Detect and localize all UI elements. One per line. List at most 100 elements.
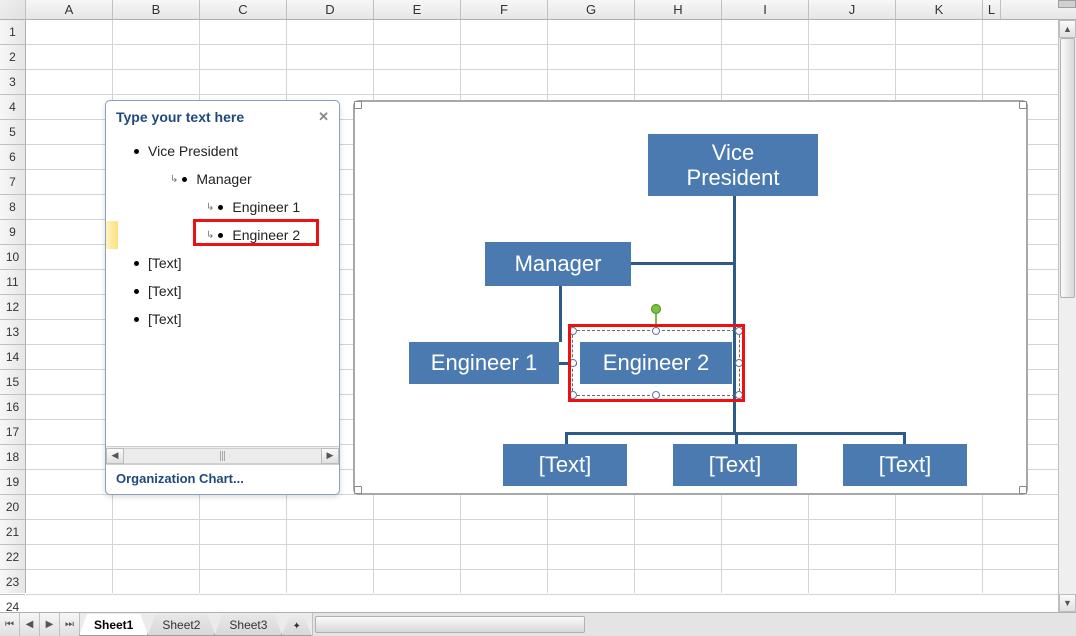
sheet-tab[interactable]: Sheet1 [79,614,148,636]
scroll-down-button[interactable]: ▼ [1059,594,1076,612]
text-pane-horizontal-scrollbar[interactable]: ◀ ▶ [106,446,339,464]
close-icon[interactable]: ✕ [318,109,329,125]
org-node-vp[interactable]: Vice President [648,134,818,196]
org-node-text1[interactable]: [Text] [503,444,627,486]
tree-item[interactable]: [Text] [106,249,339,277]
scroll-track[interactable] [124,448,321,464]
scroll-up-button[interactable]: ▲ [1059,20,1076,38]
row-header[interactable]: 10 [0,245,25,270]
bullet-icon [134,289,139,294]
bullet-icon [218,205,223,210]
tab-nav-last[interactable]: ⏭ [60,613,80,636]
text-pane-title: Type your text here [116,109,244,125]
row-header[interactable]: 12 [0,295,25,320]
row-header[interactable]: 17 [0,420,25,445]
rotate-handle[interactable] [651,304,661,314]
row-header[interactable]: 22 [0,545,25,570]
org-node-engineer2[interactable]: Engineer 2 [580,342,732,384]
column-header[interactable]: A [26,0,113,19]
scroll-left-button[interactable]: ◀ [106,448,124,464]
indent-arrow-icon: ↳ [206,202,214,213]
row-header[interactable]: 11 [0,270,25,295]
scroll-right-button[interactable]: ▶ [321,448,339,464]
column-header[interactable]: H [635,0,722,19]
column-header[interactable]: F [461,0,548,19]
resize-handle[interactable] [354,486,362,494]
bullet-icon [134,261,139,266]
row-header[interactable]: 2 [0,45,25,70]
column-header[interactable]: J [809,0,896,19]
row-header[interactable]: 15 [0,370,25,395]
column-header[interactable]: G [548,0,635,19]
row-header[interactable]: 13 [0,320,25,345]
tab-nav-prev[interactable]: ◀ [20,613,40,636]
org-node-text3[interactable]: [Text] [843,444,967,486]
org-node-manager[interactable]: Manager [485,242,631,286]
column-header[interactable]: C [200,0,287,19]
column-header[interactable]: D [287,0,374,19]
resize-handle[interactable] [1019,486,1027,494]
tree-item[interactable]: ↳ Engineer 1 [106,193,339,221]
select-all-corner[interactable] [0,0,26,19]
row-header[interactable]: 9 [0,220,25,245]
row-header[interactable]: 4 [0,95,25,120]
tree-item[interactable]: [Text] [106,305,339,333]
split-handle[interactable] [1058,0,1076,8]
tab-nav-first[interactable]: ⏮ [0,613,20,636]
tree-item[interactable]: ↳Manager [106,165,339,193]
tree-item-label: [Text] [148,255,181,271]
row-header[interactable]: 8 [0,195,25,220]
row-header[interactable]: 7 [0,170,25,195]
connector-line [559,284,562,342]
row-header-column: 123456789101112131415161718192021222324 [0,20,26,593]
bullet-icon [134,149,139,154]
row-header[interactable]: 18 [0,445,25,470]
scroll-thumb[interactable] [315,616,585,633]
tree-item[interactable]: Vice President [106,137,339,165]
scroll-thumb[interactable] [1060,38,1075,298]
tab-nav-next[interactable]: ▶ [40,613,60,636]
column-header[interactable]: K [896,0,983,19]
connector-line [733,192,736,432]
sheet-tab[interactable]: Sheet2 [147,614,215,636]
org-node-engineer1[interactable]: Engineer 1 [409,342,559,384]
row-header[interactable]: 3 [0,70,25,95]
connector-line [631,262,735,265]
column-header[interactable]: B [113,0,200,19]
connector-line [559,362,577,365]
new-sheet-tab[interactable]: ✦ [281,617,311,636]
row-header[interactable]: 23 [0,570,25,595]
scroll-track[interactable] [1059,38,1076,594]
bullet-icon [182,177,187,182]
sheet-tab-bar: ⏮ ◀ ▶ ⏭ Sheet1Sheet2Sheet3✦ [0,612,1076,636]
text-pane-footer-label: Organization Chart... [106,464,339,494]
horizontal-scrollbar[interactable] [312,613,1076,636]
org-node-text2[interactable]: [Text] [673,444,797,486]
indent-arrow-icon: ↳ [170,174,178,185]
row-header[interactable]: 16 [0,395,25,420]
tree-item[interactable]: ↳Engineer 2 [106,221,339,249]
tree-item[interactable]: [Text] [106,277,339,305]
tree-item-label: [Text] [148,311,181,327]
resize-handle[interactable] [354,101,362,109]
tree-item-label: Vice President [148,143,238,159]
tree-item-label: Engineer 1 [232,199,300,215]
vertical-scrollbar[interactable]: ▲ ▼ [1058,20,1076,612]
text-pane-body[interactable]: Vice President↳Manager↳Engineer 1↳Engine… [106,133,339,446]
column-header[interactable]: I [722,0,809,19]
text-pane-header: Type your text here ✕ [106,101,339,133]
row-header[interactable]: 6 [0,145,25,170]
sheet-tabs: Sheet1Sheet2Sheet3✦ [80,613,312,636]
sheet-tab[interactable]: Sheet3 [214,614,282,636]
row-header[interactable]: 19 [0,470,25,495]
column-header[interactable]: E [374,0,461,19]
smartart-canvas[interactable]: Vice President Manager Engineer 1 Engine… [353,100,1028,495]
row-header[interactable]: 21 [0,520,25,545]
column-header[interactable]: L [983,0,1001,19]
tree-item-label: [Text] [148,283,181,299]
resize-handle[interactable] [1019,101,1027,109]
row-header[interactable]: 5 [0,120,25,145]
row-header[interactable]: 1 [0,20,25,45]
row-header[interactable]: 20 [0,495,25,520]
row-header[interactable]: 14 [0,345,25,370]
